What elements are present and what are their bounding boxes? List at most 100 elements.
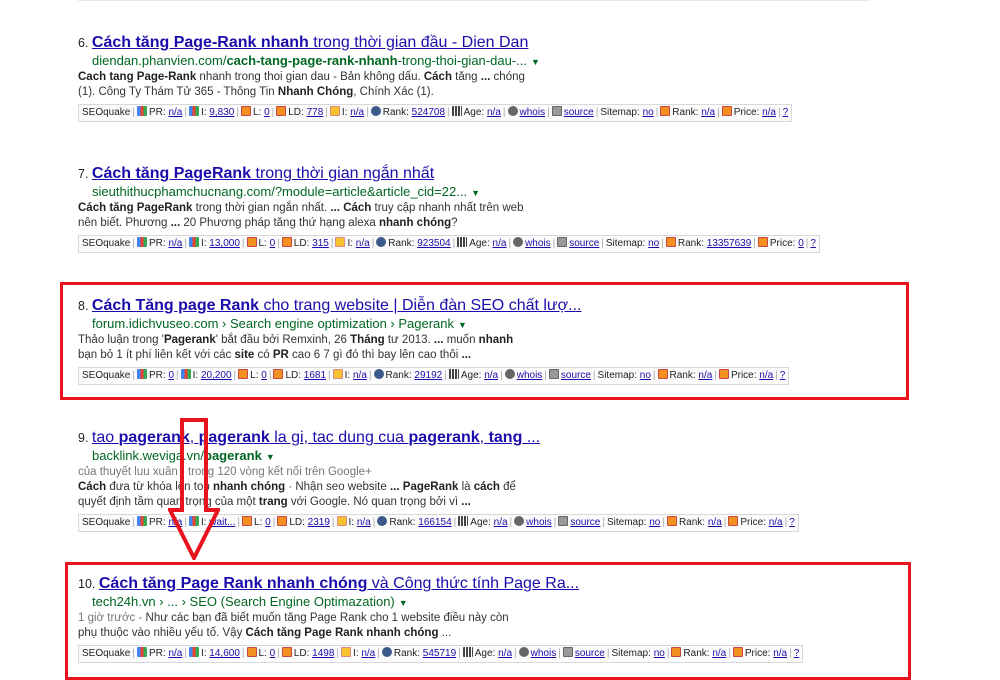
- bar-separator: |: [184, 107, 187, 118]
- result-snippet-line: (1). Công Ty Thám Tử 365 - Thông Tin Nha…: [78, 85, 878, 100]
- seo-whois-value[interactable]: whois: [525, 238, 551, 249]
- seo-price-value[interactable]: 0: [798, 238, 804, 249]
- seo-price-value[interactable]: n/a: [769, 517, 783, 528]
- seoquake-bar: SEOquake | PR: n/a | I: 9,830 | L: 0 | LD: 778 | I…: [78, 104, 793, 122]
- seo-price-label: Price:: [721, 106, 762, 118]
- bar-separator: |: [132, 238, 135, 249]
- seo-source-value[interactable]: source: [564, 107, 594, 118]
- result-snippet-line: Cach tang Page-Rank nhanh trong thoi gia…: [78, 70, 878, 85]
- price-icon: [721, 106, 732, 116]
- url-dropdown-caret-icon[interactable]: ▼: [266, 452, 275, 462]
- text-run: cách: [473, 481, 500, 493]
- seo-sitemap-value[interactable]: no: [643, 107, 654, 118]
- alexa-globe-icon: [370, 106, 381, 116]
- seo-rank2-value[interactable]: 13357639: [707, 238, 752, 249]
- seo-q-value[interactable]: ?: [810, 238, 816, 249]
- bar-separator: |: [552, 238, 556, 249]
- result-url[interactable]: diendan.phanvien.com/cach-tang-page-rank…: [78, 53, 878, 70]
- bing-index-icon: [329, 106, 340, 116]
- seo-rank2-value[interactable]: n/a: [708, 517, 722, 528]
- price-icon: [757, 237, 768, 247]
- seo-i-value[interactable]: 13,000: [209, 238, 240, 249]
- seo-sitemap-value[interactable]: no: [648, 238, 659, 249]
- google-pr-icon: [136, 106, 147, 116]
- result-title-link[interactable]: tao pagerank, pagerank la gi, tac dung c…: [92, 429, 540, 446]
- seoquake-bar: SEOquake | PR: n/a | I: 13,000 | L: 0 | LD: 315 |…: [78, 235, 820, 253]
- bar-separator: |: [132, 107, 135, 118]
- text-run: pagerank: [408, 429, 480, 446]
- seo-age-value[interactable]: n/a: [487, 107, 501, 118]
- bar-separator: |: [595, 107, 599, 118]
- seo-rank2-value[interactable]: n/a: [701, 107, 715, 118]
- seo-pr-label: PR:: [136, 516, 168, 528]
- seo-source-value[interactable]: source: [570, 517, 600, 528]
- result-title-link[interactable]: Cách tăng PageRank trong thời gian ngắn …: [92, 165, 434, 182]
- bar-separator: |: [502, 107, 506, 118]
- text-run: nên biết. Phương: [78, 217, 171, 229]
- seo-i-label: I:: [188, 237, 209, 249]
- seo-l-value[interactable]: 0: [270, 238, 276, 249]
- url-dropdown-caret-icon[interactable]: ▼: [531, 57, 540, 67]
- result-url[interactable]: sieuthithucphamchucnang.com/?module=arti…: [78, 184, 878, 201]
- seo-source-value[interactable]: source: [569, 238, 599, 249]
- seo-age-value[interactable]: n/a: [493, 238, 507, 249]
- text-run: trong thời gian ngắn nhất: [251, 165, 435, 182]
- seo-price-value[interactable]: n/a: [762, 107, 776, 118]
- text-run: Cách: [343, 202, 372, 214]
- seo-i-label: I:: [188, 106, 209, 118]
- seo-i2-value[interactable]: n/a: [350, 107, 364, 118]
- bar-separator: |: [452, 238, 456, 249]
- seo-i2-value[interactable]: n/a: [356, 238, 370, 249]
- bar-separator: |: [371, 238, 375, 249]
- google-index-icon: [188, 106, 199, 116]
- seo-rank-value[interactable]: 166154: [418, 517, 451, 528]
- text-run: nhanh trong thoi gian dau - Bản không dấ…: [196, 71, 424, 83]
- url-dropdown-caret-icon[interactable]: ▼: [471, 188, 480, 198]
- seo-l-value[interactable]: 0: [264, 107, 270, 118]
- seo-age-value[interactable]: n/a: [494, 517, 508, 528]
- seo-i2-value[interactable]: n/a: [357, 517, 371, 528]
- seo-ld-value[interactable]: 315: [312, 238, 329, 249]
- bar-separator: |: [753, 238, 756, 249]
- seo-pr-value[interactable]: n/a: [168, 238, 182, 249]
- source-icon: [558, 516, 569, 526]
- label-text: L:: [252, 107, 265, 118]
- result-title-link[interactable]: Cách tăng Page-Rank nhanh trong thời gia…: [92, 34, 528, 51]
- text-run: với Google. Nó quan trọng bởi vì: [287, 496, 462, 508]
- seo-rank-value[interactable]: 524708: [412, 107, 445, 118]
- semrush-rank-icon: [660, 106, 671, 116]
- text-run: Cách tăng PageRank: [91, 165, 252, 182]
- link-domains-icon: [276, 106, 287, 116]
- seo-ld-value[interactable]: 778: [307, 107, 324, 118]
- seo-q-value[interactable]: ?: [783, 107, 789, 118]
- seo-whois-value[interactable]: whois: [526, 517, 552, 528]
- label-text: I:: [341, 107, 351, 118]
- semrush-rank-icon: [665, 237, 676, 247]
- text-run: chóng: [490, 71, 525, 83]
- whois-icon: [507, 106, 518, 116]
- text-run: Cách: [423, 71, 452, 83]
- seo-i2-label: I:: [336, 516, 357, 528]
- search-result-6: 6. Cách tăng Page-Rank nhanh trong thời …: [78, 33, 878, 122]
- bar-separator: |: [453, 517, 457, 528]
- text-run: Cách tăng Page-Rank nhanh: [91, 34, 309, 51]
- links-icon: [240, 106, 251, 116]
- google-pr-icon: [136, 516, 147, 526]
- seo-whois-value[interactable]: whois: [520, 107, 546, 118]
- label-text: Rank:: [382, 107, 412, 118]
- seo-q-value[interactable]: ?: [789, 517, 795, 528]
- bar-separator: |: [132, 517, 135, 528]
- text-run: , Chính Xác (1).: [353, 86, 434, 98]
- seo-pr-value[interactable]: n/a: [168, 107, 182, 118]
- label-text: L:: [258, 238, 270, 249]
- seo-rank-value[interactable]: 923504: [417, 238, 450, 249]
- seo-ld-value[interactable]: 2319: [308, 517, 330, 528]
- bar-separator: |: [509, 517, 513, 528]
- text-run: ...: [389, 481, 400, 493]
- seo-age-label: Age:: [458, 516, 493, 528]
- seo-sitemap-value[interactable]: no: [649, 517, 660, 528]
- seo-price-label: Price:: [728, 516, 768, 528]
- seo-ld-label: LD:: [276, 106, 306, 118]
- seo-i-value[interactable]: 9,830: [209, 107, 234, 118]
- seo-l-value[interactable]: 0: [265, 517, 271, 528]
